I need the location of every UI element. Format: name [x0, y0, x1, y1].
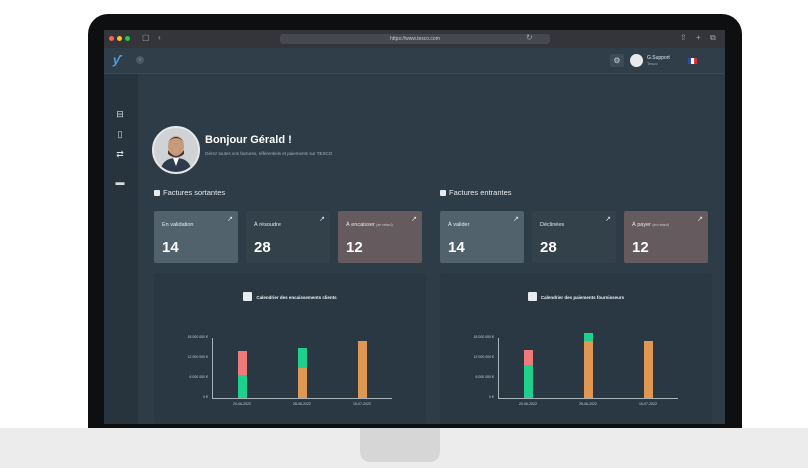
incoming-invoices-label: Factures entrantes [449, 188, 512, 197]
open-arrow-icon[interactable]: ↗ [227, 215, 233, 223]
x-tick-label: 15-07-2022 [353, 402, 371, 406]
bar-segment[interactable] [583, 333, 593, 342]
share-icon[interactable]: ⇧ [680, 33, 687, 43]
document-icon[interactable]: ▯ [112, 126, 128, 142]
x-tick-label: 28-06-2022 [579, 402, 597, 406]
laptop-notch [360, 428, 440, 462]
gear-icon[interactable]: ⚙ [610, 54, 624, 67]
y-tick-label: 12 000 000 € [473, 355, 494, 359]
bar-segment[interactable] [297, 368, 307, 398]
chart-panel-encaissements: Calendrier des encaissements clients 18 … [154, 273, 426, 424]
calendar-icon [527, 292, 537, 301]
sidebar-toggle-icon[interactable]: ▢ [142, 33, 150, 43]
card-value: 28 [540, 239, 557, 256]
chart-title: Calendrier des encaissements clients [154, 292, 426, 301]
y-axis [498, 338, 499, 398]
bar-segment[interactable] [523, 349, 533, 365]
y-axis [212, 338, 213, 398]
outgoing-invoices-heading: Factures sortantes [154, 188, 225, 197]
y-tick-label: 18 000 000 € [473, 335, 494, 339]
dashboard-icon[interactable]: ⊟ [112, 106, 128, 122]
greeting-subtitle: Gérez toutes vos factures, référentiels … [205, 151, 333, 156]
invoice-icon [154, 190, 160, 196]
app-topbar: ƴ › ⚙ G.Support Tesco [104, 48, 725, 74]
browser-chrome: ▢ ‹ ◐ https://www.tesco.com ↻ ⇧ + ⧉ [104, 30, 725, 48]
card-value: 14 [448, 239, 465, 256]
close-window-button[interactable] [109, 36, 114, 41]
y-tick-label: 18 000 000 € [187, 335, 208, 339]
card-a-payer[interactable]: À payer (en retard) 12 ↗ [624, 211, 708, 263]
language-flag-icon[interactable] [688, 58, 697, 64]
minimize-window-button[interactable] [117, 36, 122, 41]
bar-segment[interactable] [237, 374, 247, 398]
card-label: En validation [162, 222, 194, 228]
y-tick-label: 6 000 000 € [189, 375, 209, 379]
chart-panel-paiements: Calendrier des paiements fournisseurs 18… [440, 273, 712, 424]
x-tick-label: 15-07-2022 [639, 402, 657, 406]
bar-segment[interactable] [297, 348, 307, 368]
card-a-valider[interactable]: À valider 14 ↗ [440, 211, 524, 263]
x-axis [498, 398, 678, 399]
tabs-overview-icon[interactable]: ⧉ [710, 33, 716, 43]
transfer-icon[interactable]: ⇄ [112, 146, 128, 162]
greeting-title: Bonjour Gérald ! [205, 134, 292, 146]
url-text[interactable]: https://www.tesco.com [280, 34, 550, 44]
card-icon[interactable]: ▬ [112, 174, 128, 190]
bar-segment[interactable] [523, 364, 533, 398]
x-tick-label: 20-06-2022 [519, 402, 537, 406]
x-axis [212, 398, 392, 399]
calendar-icon [243, 292, 253, 301]
y-tick-label: 0 € [489, 395, 494, 399]
card-a-resoudre[interactable]: À résoudre 28 ↗ [246, 211, 330, 263]
card-value: 12 [346, 239, 363, 256]
chart-title: Calendrier des paiements fournisseurs [440, 292, 712, 301]
bar-segment[interactable] [643, 341, 653, 398]
reload-icon[interactable]: ↻ [526, 33, 533, 43]
bar-segment[interactable] [583, 341, 593, 398]
y-tick-label: 0 € [203, 395, 208, 399]
open-arrow-icon[interactable]: ↗ [411, 215, 417, 223]
x-tick-label: 28-06-2022 [293, 402, 311, 406]
card-label: Déclinées [540, 222, 565, 228]
card-a-encaisser[interactable]: À encaisser (en retard) 12 ↗ [338, 211, 422, 263]
card-value: 14 [162, 239, 179, 256]
x-tick-label: 20-06-2022 [233, 402, 251, 406]
open-arrow-icon[interactable]: ↗ [513, 215, 519, 223]
open-arrow-icon[interactable]: ↗ [605, 215, 611, 223]
address-bar[interactable]: https://www.tesco.com [280, 34, 550, 44]
back-arrow-icon[interactable]: ‹ [158, 33, 161, 43]
profile-photo [152, 126, 200, 174]
card-declinees[interactable]: Déclinées 28 ↗ [532, 211, 616, 263]
tesco-logo[interactable]: ƴ [113, 53, 120, 67]
sidebar: ⊟ ▯ ⇄ ▬ [104, 74, 138, 424]
app-screen: ▢ ‹ ◐ https://www.tesco.com ↻ ⇧ + ⧉ ƴ › … [104, 30, 725, 424]
open-arrow-icon[interactable]: ↗ [319, 215, 325, 223]
incoming-invoices-heading: Factures entrantes [440, 188, 512, 197]
invoice-icon [440, 190, 446, 196]
card-label: À valider [448, 222, 470, 228]
collapse-menu-button[interactable]: › [136, 56, 144, 64]
card-en-validation[interactable]: En validation 14 ↗ [154, 211, 238, 263]
y-tick-label: 6 000 000 € [475, 375, 495, 379]
card-label: À encaisser (en retard) [346, 222, 393, 228]
new-tab-icon[interactable]: + [696, 33, 701, 43]
maximize-window-button[interactable] [125, 36, 130, 41]
bar-segment[interactable] [237, 351, 247, 375]
card-value: 28 [254, 239, 271, 256]
user-role: Tesco [647, 61, 658, 66]
bar-segment[interactable] [357, 341, 367, 398]
card-label: À résoudre [254, 222, 281, 228]
card-value: 12 [632, 239, 649, 256]
open-arrow-icon[interactable]: ↗ [697, 215, 703, 223]
user-avatar-icon[interactable] [630, 54, 643, 67]
y-tick-label: 12 000 000 € [187, 355, 208, 359]
outgoing-invoices-label: Factures sortantes [163, 188, 226, 197]
card-label: À payer (en retard) [632, 222, 669, 228]
